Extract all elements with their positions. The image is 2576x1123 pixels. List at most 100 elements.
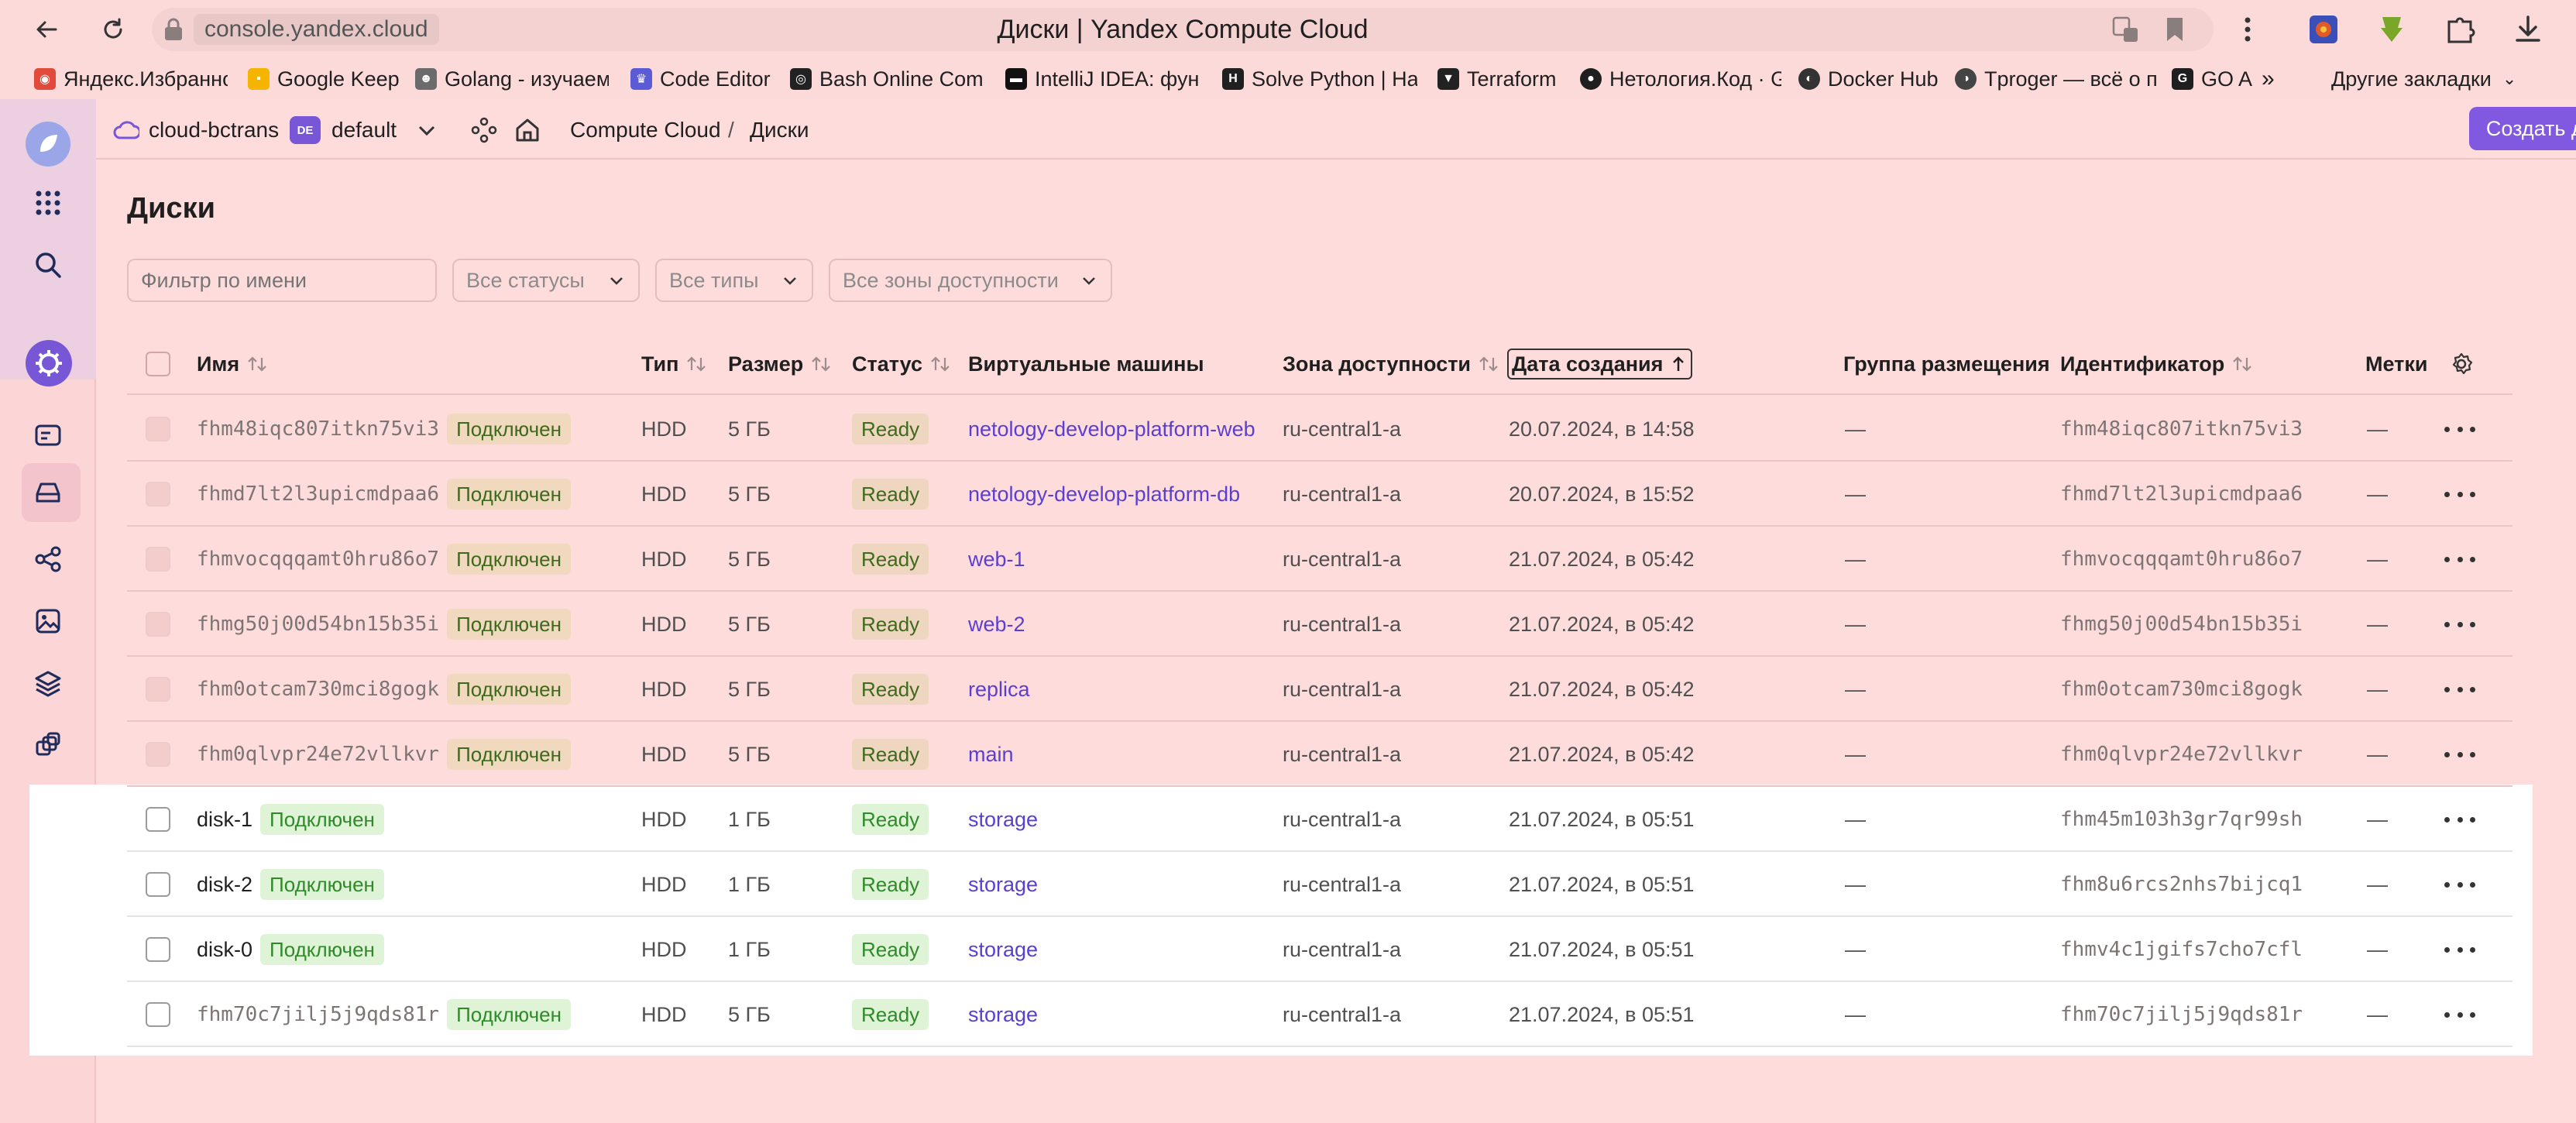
bookmark-item[interactable]: ☻ Golang - изучаем <box>415 65 609 93</box>
row-actions-more-icon[interactable] <box>2444 875 2475 894</box>
bookmark-item[interactable]: G GO A <box>2172 65 2257 93</box>
column-header-name[interactable]: Имя <box>197 349 269 379</box>
row-actions-more-icon[interactable] <box>2444 810 2475 829</box>
column-header-zone[interactable]: Зона доступности <box>1283 349 1500 379</box>
vm-link[interactable]: netology-develop-platform-web <box>968 397 1255 462</box>
vm-link[interactable]: web-2 <box>968 592 1025 657</box>
disk-name[interactable]: disk-1 <box>197 808 252 832</box>
breadcrumb-compute-cloud[interactable]: Compute Cloud <box>570 115 721 146</box>
table-row[interactable]: fhm0qlvpr24e72vllkvr Подключен HDD 5 ГБ Read… <box>127 722 2512 787</box>
zone-filter-select[interactable]: Все зоны доступности <box>829 259 1112 302</box>
vm-link[interactable]: storage <box>968 982 1038 1047</box>
address-bar[interactable]: console.yandex.cloud Диски | Yandex Comp… <box>152 8 2214 51</box>
table-row[interactable]: disk-2 Подключен HDD 1 ГБ Ready storage ru-cen… <box>127 852 2512 917</box>
more-vertical-icon[interactable] <box>2232 14 2263 45</box>
column-header-status[interactable]: Статус <box>852 349 952 379</box>
bookmark-item[interactable]: ▬ IntelliJ IDEA: функ <box>1005 65 1199 93</box>
row-checkbox[interactable] <box>146 482 170 507</box>
vm-link[interactable]: replica <box>968 657 1030 722</box>
bookmark-item[interactable]: H Solve Python | Hac <box>1222 65 1417 93</box>
bookmark-item[interactable]: ◎ Bash Online Comp <box>790 65 984 93</box>
disks-icon[interactable] <box>29 474 67 511</box>
row-checkbox[interactable] <box>146 417 170 441</box>
bookmark-item[interactable]: ◑ Tproger — всё о пр <box>1955 65 2156 93</box>
disk-name-cell[interactable]: fhmg50j00d54bn15b35i Подключен <box>197 592 571 657</box>
disk-name-cell[interactable]: disk-0 Подключен <box>197 917 384 982</box>
translate-icon[interactable] <box>2111 15 2139 43</box>
yandex-cloud-logo-icon[interactable] <box>25 121 71 167</box>
row-actions-more-icon[interactable] <box>2444 680 2475 699</box>
table-row[interactable]: fhm48iqc807itkn75vi3 Подключен HDD 5 ГБ Read… <box>127 397 2512 462</box>
disk-name[interactable]: fhmvocqqqamt0hru86o7 <box>197 548 439 571</box>
bookmark-icon[interactable] <box>2161 15 2189 43</box>
disk-name[interactable]: disk-2 <box>197 873 252 897</box>
select-all-checkbox[interactable] <box>146 352 170 376</box>
row-actions-more-icon[interactable] <box>2444 420 2475 438</box>
row-checkbox[interactable] <box>146 807 170 832</box>
row-checkbox[interactable] <box>146 742 170 767</box>
instance-groups-icon[interactable] <box>29 726 67 764</box>
vm-link[interactable]: storage <box>968 787 1038 852</box>
row-checkbox[interactable] <box>146 547 170 572</box>
table-row[interactable]: fhmd7lt2l3upicmdpaa6 Подключен HDD 5 ГБ Read… <box>127 462 2512 527</box>
disk-name[interactable]: fhm48iqc807itkn75vi3 <box>197 417 439 441</box>
column-header-size[interactable]: Размер <box>728 349 833 379</box>
disk-name[interactable]: fhmd7lt2l3upicmdpaa6 <box>197 483 439 506</box>
row-checkbox[interactable] <box>146 937 170 962</box>
status-filter-select[interactable]: Все статусы <box>452 259 640 302</box>
column-header-type[interactable]: Тип <box>641 349 708 379</box>
disk-name[interactable]: fhm70c7jilj5j9qds81r <box>197 1003 439 1026</box>
home-icon[interactable] <box>514 115 541 146</box>
table-row[interactable]: fhmg50j00d54bn15b35i Подключен HDD 5 ГБ Read… <box>127 592 2512 657</box>
extension-download-icon[interactable] <box>2376 14 2407 45</box>
url-text[interactable]: console.yandex.cloud <box>194 14 439 45</box>
extensions-puzzle-icon[interactable] <box>2444 14 2475 45</box>
service-nodes-icon[interactable] <box>471 115 497 146</box>
row-checkbox[interactable] <box>146 872 170 897</box>
create-disk-button[interactable]: Создать диск <box>2469 107 2576 150</box>
vm-link[interactable]: storage <box>968 852 1038 917</box>
disk-name-cell[interactable]: disk-2 Подключен <box>197 852 384 917</box>
vm-link[interactable]: netology-develop-platform-db <box>968 462 1240 527</box>
bookmark-item[interactable]: ● Нетология.Код · G <box>1580 65 1781 93</box>
column-header-id[interactable]: Идентификатор <box>2060 349 2254 379</box>
disk-name[interactable]: disk-0 <box>197 938 252 962</box>
vm-link[interactable]: web-1 <box>968 527 1025 592</box>
disk-name[interactable]: fhm0qlvpr24e72vllkvr <box>197 743 439 766</box>
row-actions-more-icon[interactable] <box>2444 485 2475 503</box>
row-actions-more-icon[interactable] <box>2444 745 2475 764</box>
column-header-created[interactable]: Дата создания <box>1507 349 1693 379</box>
back-button[interactable] <box>28 11 65 48</box>
row-checkbox[interactable] <box>146 612 170 637</box>
bookmark-item[interactable]: ▼ Terraform <box>1437 65 1577 93</box>
row-checkbox[interactable] <box>146 1002 170 1027</box>
disk-name-cell[interactable]: fhm70c7jilj5j9qds81r Подключен <box>197 982 571 1047</box>
row-actions-more-icon[interactable] <box>2444 550 2475 568</box>
reload-button[interactable] <box>94 11 132 48</box>
row-actions-more-icon[interactable] <box>2444 1005 2475 1024</box>
extension-shield-icon[interactable] <box>2308 14 2339 45</box>
type-filter-select[interactable]: Все типы <box>655 259 813 302</box>
disk-name-cell[interactable]: fhm48iqc807itkn75vi3 Подключен <box>197 397 571 462</box>
table-row[interactable]: disk-1 Подключен HDD 1 ГБ Ready storage ru-cen… <box>127 787 2512 852</box>
layers-icon[interactable] <box>29 665 67 702</box>
virtual-machines-icon[interactable] <box>29 417 67 454</box>
folder-selector[interactable]: DE default <box>290 115 437 146</box>
disk-name-cell[interactable]: fhm0qlvpr24e72vllkvr Подключен <box>197 722 571 787</box>
bookmark-item[interactable]: ♛ Code Editor <box>630 65 793 93</box>
bookmark-item[interactable]: ◐ Docker Hub <box>1798 65 1938 93</box>
table-row[interactable]: disk-0 Подключен HDD 1 ГБ Ready storage ru-cen… <box>127 917 2512 982</box>
name-filter-input[interactable] <box>127 259 437 302</box>
bookmarks-overflow-chevron-icon[interactable]: » <box>2262 65 2293 93</box>
snapshots-share-icon[interactable] <box>29 541 67 578</box>
bookmark-item[interactable]: ▪ Google Keep <box>248 65 403 93</box>
table-settings-gear-icon[interactable] <box>2449 349 2474 379</box>
images-icon[interactable] <box>29 603 67 640</box>
row-actions-more-icon[interactable] <box>2444 940 2475 959</box>
disk-name-cell[interactable]: fhmd7lt2l3upicmdpaa6 Подключен <box>197 462 571 527</box>
search-icon[interactable] <box>29 246 67 283</box>
disk-name-cell[interactable]: fhm0otcam730mci8gogk Подключен <box>197 657 571 722</box>
row-actions-more-icon[interactable] <box>2444 615 2475 634</box>
table-row[interactable]: fhm0otcam730mci8gogk Подключен HDD 5 ГБ Read… <box>127 657 2512 722</box>
other-bookmarks[interactable]: Другие закладки ⌄ <box>2331 65 2548 93</box>
